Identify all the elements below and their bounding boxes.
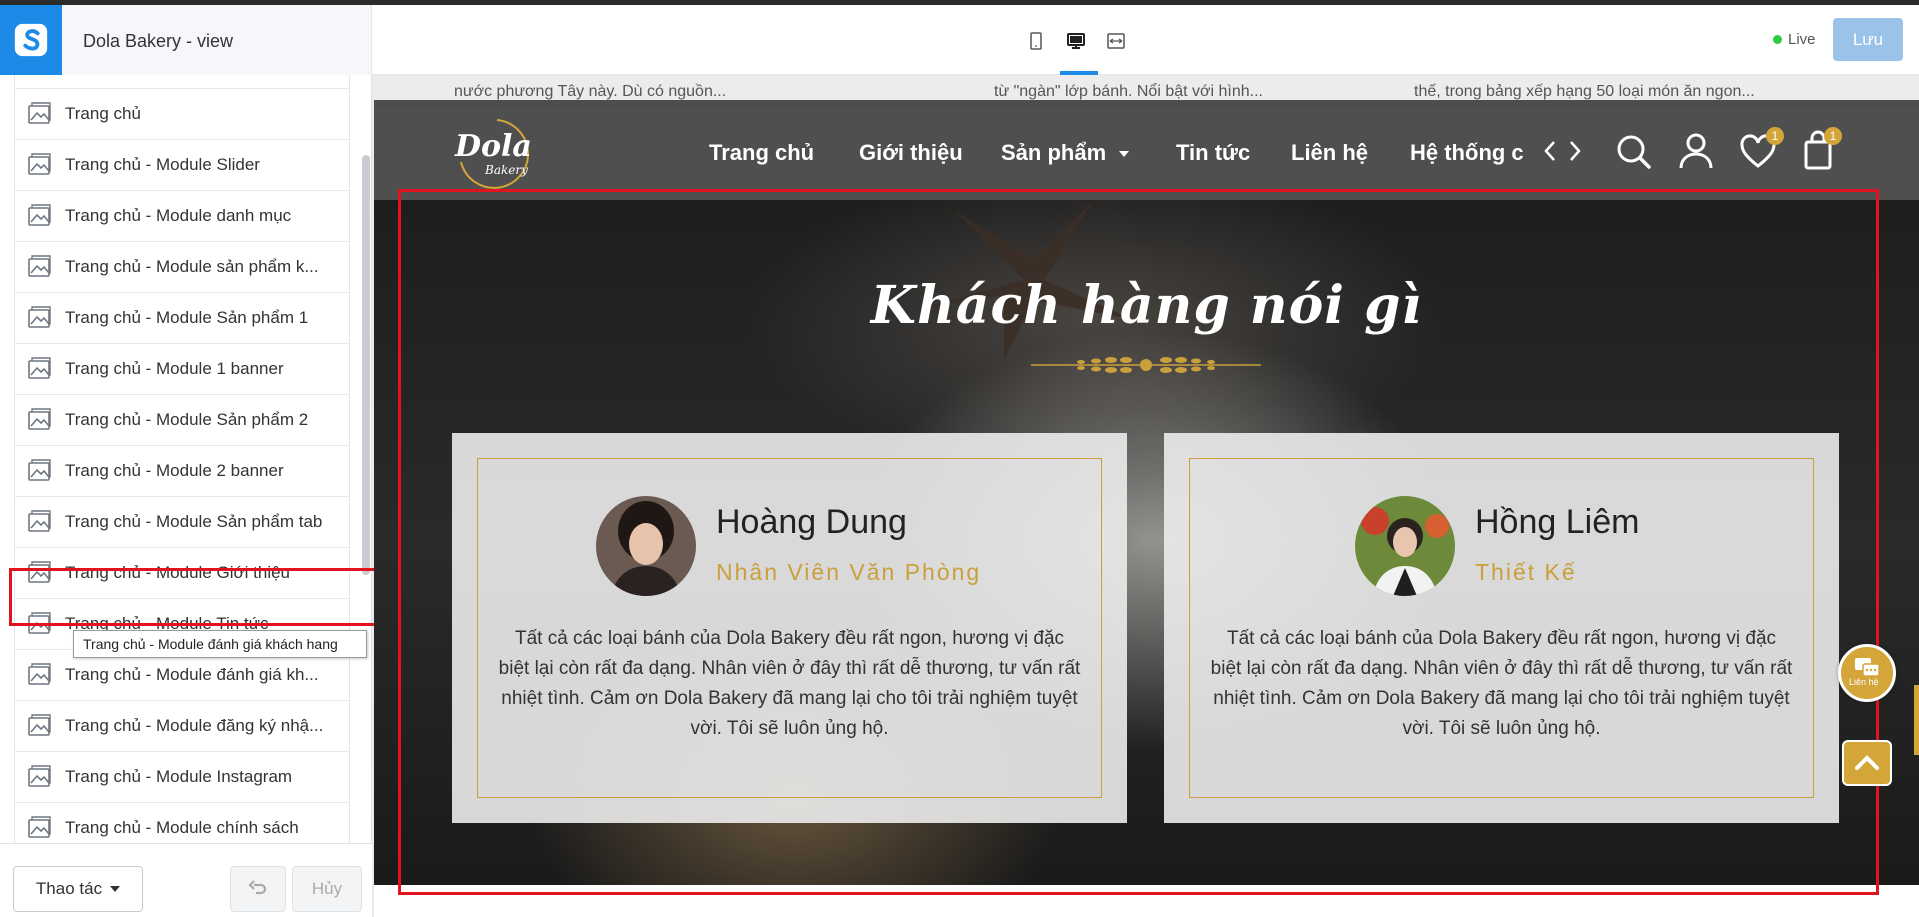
site-title: Dola Bakery - view: [83, 31, 234, 51]
sidebar-item-label: Trang chủ - Module Slider: [65, 155, 260, 174]
sidebar-item[interactable]: Trang chủ - Module 1 banner: [15, 344, 349, 395]
fullwidth-icon: [1107, 33, 1125, 49]
sidebar-scrollbar[interactable]: [362, 155, 370, 575]
cancel-button[interactable]: Hủy: [292, 866, 362, 912]
sidebar-item-label: Trang chủ - Module Sản phẩm tab: [65, 512, 323, 531]
module-sidebar: Trang chủ Trang chủ - Module Slider Trang …: [0, 75, 372, 917]
contact-label: Liên hệ: [1849, 677, 1879, 687]
mobile-icon: [1030, 32, 1042, 50]
live-dot-icon: [1773, 35, 1782, 44]
page-layout-icon: [27, 713, 53, 739]
editor-app: Dola Bakery - view Live Lưu Trang chủ Tra…: [0, 0, 1919, 917]
save-button[interactable]: Lưu: [1833, 18, 1903, 61]
nav-stores[interactable]: Hệ thống c: [1410, 140, 1530, 166]
page-layout-icon: [27, 101, 53, 127]
sidebar-item[interactable]: Trang chủ - Module Sản phẩm 2: [15, 395, 349, 446]
nav-products-label: Sản phẩm: [1001, 140, 1107, 165]
editor-header: Dola Bakery - view Live Lưu: [0, 5, 1919, 75]
sidebar-item-label: Trang chủ - Module 1 banner: [65, 359, 284, 378]
nav-news[interactable]: Tin tức: [1176, 140, 1250, 166]
page-layout-icon: [27, 203, 53, 229]
page-layout-icon: [27, 407, 53, 433]
page-layout-icon: [27, 458, 53, 484]
sidebar-footer: Thao tác Hủy: [0, 843, 372, 917]
desktop-icon: [1067, 33, 1085, 49]
nav-products[interactable]: Sản phẩm: [1001, 140, 1130, 166]
sidebar-item-label: Trang chủ - Module Instagram: [65, 767, 293, 786]
sidebar-item[interactable]: Trang chủ - Module Sản phẩm 1: [15, 293, 349, 344]
page-layout-icon: [27, 764, 53, 790]
sidebar-item-label: Trang chủ - Module danh mục: [65, 206, 292, 225]
wishlist-count-badge: 1: [1766, 127, 1784, 145]
app-logo[interactable]: [0, 5, 62, 75]
sidebar-item-label: Trang chủ - Module Sản phẩm 1: [65, 308, 309, 327]
nav-about[interactable]: Giới thiệu: [859, 140, 963, 166]
chevron-left-icon[interactable]: [1542, 130, 1558, 172]
nav-contact[interactable]: Liên hệ: [1291, 140, 1368, 166]
page-layout-icon: [27, 509, 53, 535]
actions-dropdown-button[interactable]: Thao tác: [13, 866, 143, 912]
sidebar-item[interactable]: Trang chủ - Module danh mục: [15, 191, 349, 242]
blog-snippet: nước phương Tây này. Dù có nguồn...: [454, 83, 727, 100]
blog-snippet: từ "ngàn" lớp bánh. Nổi bật với hình...: [994, 83, 1263, 100]
svg-text:Dola: Dola: [454, 129, 532, 164]
sidebar-item[interactable]: Trang chủ - Module Sản phẩm tab: [15, 497, 349, 548]
module-tooltip: Trang chủ - Module đánh giá khách hang: [73, 630, 367, 658]
selected-section-highlight: [398, 189, 1879, 895]
nav-home[interactable]: Trang chủ: [709, 140, 814, 166]
sidebar-item-label: Trang chủ - Module sản phẩm k...: [65, 257, 319, 276]
live-status: Live: [1773, 31, 1816, 48]
sidebar-item-label: Trang chủ: [65, 104, 141, 123]
sidebar-item[interactable]: Trang chủ - Module 2 banner: [15, 446, 349, 497]
svg-text:Bakery: Bakery: [484, 163, 528, 177]
undo-button[interactable]: [230, 866, 286, 912]
edge-tab[interactable]: [1914, 685, 1919, 755]
undo-icon: [248, 880, 267, 895]
sidebar-item-label: Trang chủ - Module đánh giá kh...: [65, 665, 319, 684]
sidebar-item-label: Trang chủ - Module đăng ký nhậ...: [65, 716, 324, 735]
search-icon[interactable]: [1614, 130, 1654, 172]
scroll-to-top-button[interactable]: [1842, 740, 1892, 786]
chevron-right-icon[interactable]: [1567, 130, 1583, 172]
cart-count-badge: 1: [1824, 127, 1842, 145]
sidebar-item[interactable]: Trang chủ - Module đăng ký nhậ...: [15, 701, 349, 752]
mobile-view-button[interactable]: [1024, 29, 1048, 53]
page-layout-icon: [27, 152, 53, 178]
sidebar-item[interactable]: Trang chủ - Module sản phẩm k...: [15, 242, 349, 293]
sidebar-item-partial: [15, 75, 349, 89]
sidebar-item[interactable]: Trang chủ - Module Instagram: [15, 752, 349, 803]
sidebar-item[interactable]: Trang chủ - Module chính sách: [15, 803, 349, 843]
desktop-view-button[interactable]: [1064, 29, 1088, 53]
page-layout-icon: [27, 815, 53, 841]
selected-module-highlight: [9, 568, 377, 626]
module-list[interactable]: Trang chủ Trang chủ - Module Slider Trang …: [14, 75, 350, 843]
sidebar-item-label: Trang chủ - Module 2 banner: [65, 461, 284, 480]
caret-down-icon: [1119, 151, 1130, 158]
fullwidth-view-button[interactable]: [1104, 29, 1128, 53]
sidebar-item[interactable]: Trang chủ: [15, 89, 349, 140]
page-layout-icon: [27, 356, 53, 382]
sidebar-item-label: Trang chủ - Module Sản phẩm 2: [65, 410, 309, 429]
chevron-up-icon: [1855, 755, 1879, 770]
caret-down-icon: [110, 886, 121, 892]
sapo-logo-icon: [14, 23, 48, 57]
user-icon[interactable]: [1676, 130, 1716, 172]
site-title-area: Dola Bakery - view: [62, 5, 372, 75]
floating-contact-button[interactable]: [1838, 644, 1896, 702]
dola-bakery-logo[interactable]: Dola Bakery: [449, 112, 539, 192]
actions-label: Thao tác: [35, 879, 103, 898]
page-layout-icon: [27, 305, 53, 331]
blog-snippet: thế, trong bảng xếp hạng 50 loại món ăn …: [1414, 83, 1755, 100]
chat-icon: [1855, 658, 1880, 677]
sidebar-item[interactable]: Trang chủ - Module Slider: [15, 140, 349, 191]
device-switcher: [1024, 29, 1128, 53]
live-label: Live: [1788, 31, 1816, 48]
page-layout-icon: [27, 662, 53, 688]
sidebar-item-label: Trang chủ - Module chính sách: [65, 818, 299, 837]
page-layout-icon: [27, 254, 53, 280]
